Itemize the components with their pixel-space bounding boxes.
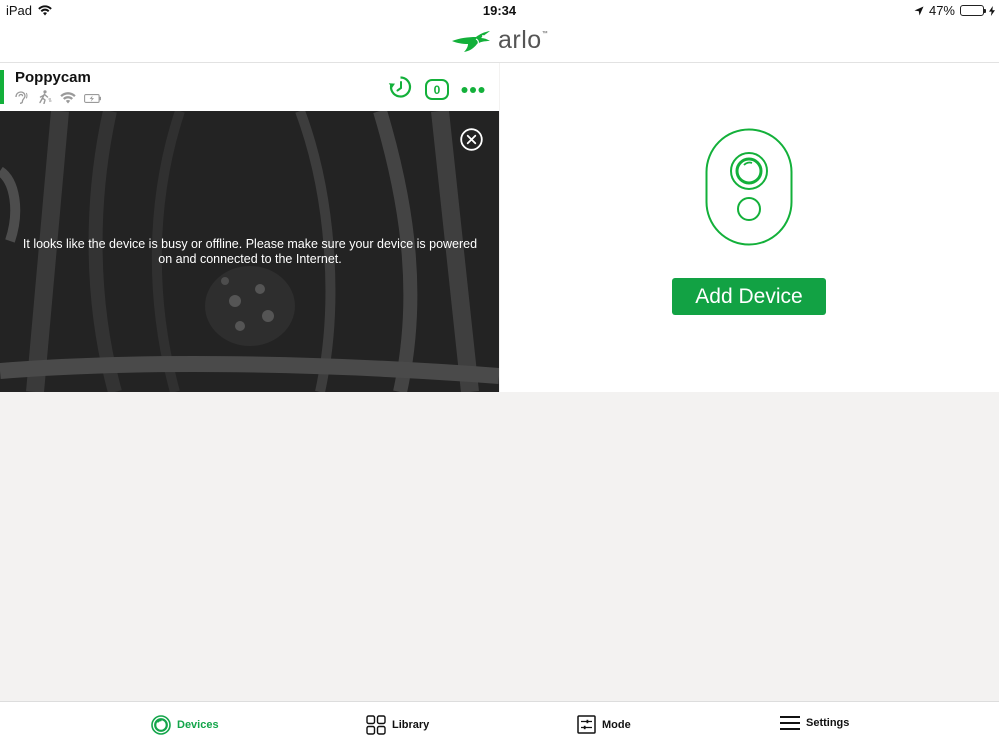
camera-feed[interactable]: It looks like the device is busy or offl… [0,111,499,392]
device-status-icons [14,90,102,109]
tab-devices-label: Devices [177,719,219,731]
audio-icon [14,90,28,109]
notification-count-badge[interactable]: 0 [425,79,449,100]
tab-settings-label: Settings [806,717,850,729]
status-bar: iPad 19:34 47% [0,0,999,20]
device-card[interactable]: Poppycam 0 It looks like the device is b… [0,63,499,392]
app-header: arlo ™ [0,20,999,63]
tab-mode-label: Mode [602,718,631,731]
tab-library-label: Library [392,719,430,731]
tab-library[interactable]: Library [366,715,429,735]
add-device-button[interactable]: Add Device [672,278,826,315]
history-icon[interactable] [388,75,413,104]
tab-mode[interactable]: Mode [577,715,631,734]
wifi-signal-icon [60,91,76,109]
location-arrow-icon [914,6,924,15]
battery-charging-icon [84,91,102,109]
arlo-logo: arlo ™ [450,25,548,55]
charging-bolt-icon [989,5,995,16]
device-card-header: Poppycam 0 [0,63,499,111]
add-device-panel: Add Device [500,63,999,392]
library-grid-icon [366,715,386,735]
mode-sliders-icon [577,715,596,734]
bottom-tab-bar: Devices Library Mode Settings [0,701,999,749]
clock: 19:34 [482,3,517,18]
menu-lines-icon [780,716,800,730]
device-name: Poppycam [15,69,91,86]
hummingbird-logo-icon [452,31,490,52]
offline-message: It looks like the device is busy or offl… [22,237,478,266]
card-accent-bar [0,70,4,104]
logo-wordmark: arlo [498,25,542,54]
device-card-actions: 0 [388,75,485,104]
more-dots-icon[interactable] [461,81,485,99]
tab-settings[interactable]: Settings [780,715,849,731]
battery-icon [960,5,986,16]
close-circle-icon[interactable] [460,128,483,151]
devices-icon [151,715,171,735]
arlo-camera-icon [705,128,793,246]
logo-trademark: ™ [541,31,548,37]
motion-icon [36,90,52,109]
battery-percent: 47% [928,3,955,18]
tab-devices[interactable]: Devices [151,715,219,735]
